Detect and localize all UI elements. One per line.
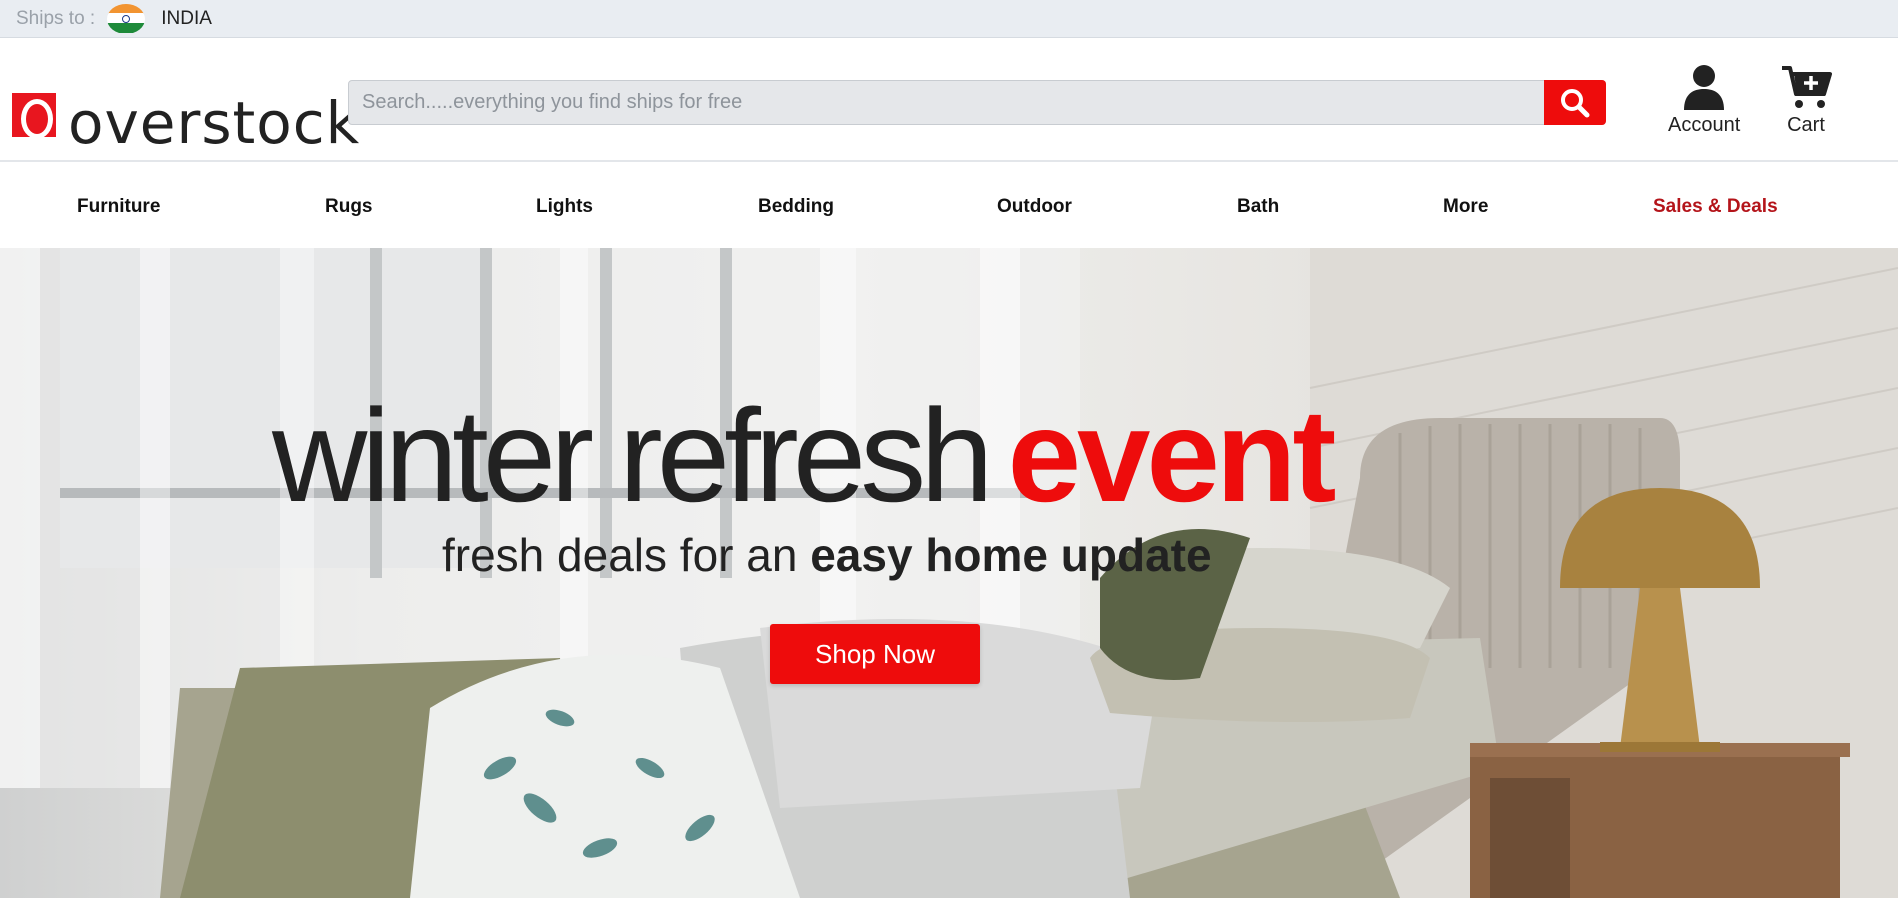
account-button[interactable]: Account xyxy=(1668,64,1740,137)
ships-to-country[interactable]: INDIA xyxy=(161,8,212,30)
nav-item-bedding[interactable]: Bedding xyxy=(758,196,834,218)
logo-mark-icon xyxy=(12,93,56,139)
cart-icon xyxy=(1782,66,1832,108)
nav-item-outdoor[interactable]: Outdoor xyxy=(997,196,1072,218)
cart-button[interactable]: Cart xyxy=(1780,64,1832,137)
search-bar xyxy=(348,80,1606,125)
india-flag-icon[interactable] xyxy=(107,3,146,34)
user-icon xyxy=(1684,65,1725,110)
hero-subtitle-bold: easy home update xyxy=(810,529,1212,581)
logo-text: overstock xyxy=(68,89,361,157)
account-label: Account xyxy=(1668,114,1741,136)
nav-item-sales-deals[interactable]: Sales & Deals xyxy=(1653,196,1778,218)
hero-banner[interactable]: winter refresh event fresh deals for an e… xyxy=(0,248,1898,898)
hero-subtitle-main: fresh deals for an xyxy=(442,529,798,581)
site-header: overstock Account Cart xyxy=(0,40,1898,162)
search-icon xyxy=(1561,88,1590,117)
search-input[interactable] xyxy=(349,81,1544,124)
hero-subtitle: fresh deals for an easy home update xyxy=(442,528,1212,582)
nav-item-furniture[interactable]: Furniture xyxy=(77,196,160,218)
overstock-logo[interactable]: overstock xyxy=(12,80,361,157)
ships-to-bar: Ships to : INDIA xyxy=(0,0,1898,38)
nav-item-bath[interactable]: Bath xyxy=(1237,196,1279,218)
category-nav: Furniture Rugs Lights Bedding Outdoor Ba… xyxy=(0,164,1898,248)
hero-title-accent: event xyxy=(1007,382,1337,529)
search-button[interactable] xyxy=(1544,80,1606,125)
nav-item-lights[interactable]: Lights xyxy=(536,196,593,218)
nav-item-rugs[interactable]: Rugs xyxy=(325,196,373,218)
hero-title: winter refresh event xyxy=(272,386,1336,526)
nav-item-more[interactable]: More xyxy=(1443,196,1488,218)
cart-label: Cart xyxy=(1787,114,1825,136)
shop-now-button[interactable]: Shop Now xyxy=(770,624,980,684)
ships-to-label: Ships to : xyxy=(16,7,96,29)
hero-title-main: winter refresh xyxy=(272,382,994,529)
